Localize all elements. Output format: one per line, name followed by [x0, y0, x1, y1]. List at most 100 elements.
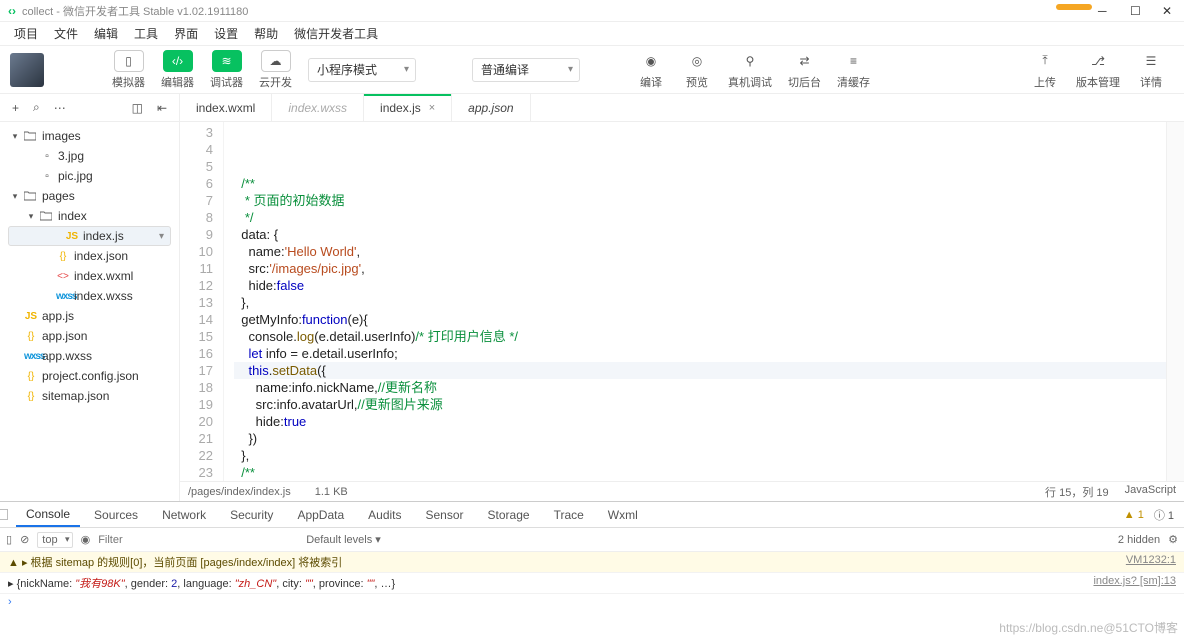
line-18[interactable]: hide:true — [234, 413, 1184, 430]
tree-pages[interactable]: ▾pages — [0, 186, 179, 206]
clear-cache-button[interactable]: ≡清缓存 — [829, 50, 878, 90]
dtab-Trace[interactable]: Trace — [544, 502, 594, 527]
console-prompt[interactable]: › — [0, 594, 1184, 610]
line-15[interactable]: this.setData({ — [234, 362, 1184, 379]
maximize-button[interactable]: ☐ — [1130, 4, 1144, 18]
dtab-AppData[interactable]: AppData — [287, 502, 354, 527]
tree-index.js[interactable]: JSindex.js — [8, 226, 171, 246]
add-file-button[interactable]: + — [12, 101, 19, 115]
tree-index.wxml[interactable]: <>index.wxml — [0, 266, 179, 286]
menu-设置[interactable]: 设置 — [206, 25, 246, 42]
dtab-Sensor[interactable]: Sensor — [416, 502, 474, 527]
line-13[interactable]: console.log(e.detail.userInfo)/* 打印用户信息 … — [234, 328, 1184, 345]
compile-mode-select[interactable]: 普通编译 — [472, 58, 580, 82]
line-3[interactable] — [234, 158, 1184, 175]
line-21[interactable]: /** — [234, 464, 1184, 481]
tab-app.json[interactable]: app.json — [452, 94, 530, 121]
line-16[interactable]: name:info.nickName,//更新名称 — [234, 379, 1184, 396]
tree-pic.jpg[interactable]: ▫pic.jpg — [0, 166, 179, 186]
tree-index[interactable]: ▾index — [0, 206, 179, 226]
console-log[interactable]: ▲ ▸ 根据 sitemap 的规则[0]，当前页面 [pages/index/… — [0, 552, 1184, 638]
line-10[interactable]: hide:false — [234, 277, 1184, 294]
minimap[interactable] — [1166, 122, 1184, 481]
line-6[interactable]: */ — [234, 209, 1184, 226]
line-11[interactable]: }, — [234, 294, 1184, 311]
twisty-icon[interactable]: ▾ — [26, 211, 36, 222]
clear-console-button[interactable]: ⊘ — [20, 533, 29, 546]
close-tab-icon[interactable]: × — [429, 102, 435, 114]
dtab-Audits[interactable]: Audits — [358, 502, 411, 527]
tree-app.wxss[interactable]: wxssapp.wxss — [0, 346, 179, 366]
debugger-button[interactable]: ≋调试器 — [202, 50, 251, 90]
warn-count[interactable]: ▲ 1 — [1124, 509, 1144, 521]
twisty-icon[interactable]: ▾ — [10, 191, 20, 202]
line-17[interactable]: src:info.avatarUrl,//更新图片来源 — [234, 396, 1184, 413]
simulator-button[interactable]: ▯模拟器 — [104, 50, 153, 90]
dtab-Storage[interactable]: Storage — [478, 502, 540, 527]
dtab-Console[interactable]: Console — [16, 502, 80, 527]
tab-index.js[interactable]: index.js× — [364, 94, 452, 121]
remote-debug-button[interactable]: ⚲真机调试 — [720, 50, 780, 90]
log-source[interactable]: VM1232:1 — [1126, 554, 1176, 570]
tab-index.wxml[interactable]: index.wxml — [180, 94, 272, 121]
log-row[interactable]: ▲ ▸ 根据 sitemap 的规则[0]，当前页面 [pages/index/… — [0, 552, 1184, 573]
line-8[interactable]: name:'Hello World', — [234, 243, 1184, 260]
line-19[interactable]: }) — [234, 430, 1184, 447]
inspect-button[interactable]: ⃞ — [4, 502, 12, 527]
tree-3.jpg[interactable]: ▫3.jpg — [0, 146, 179, 166]
split-button[interactable]: ◫ — [132, 101, 143, 115]
line-4[interactable]: /** — [234, 175, 1184, 192]
filter-input[interactable] — [98, 534, 298, 546]
dtab-Sources[interactable]: Sources — [84, 502, 148, 527]
toggle-sidebar-icon[interactable]: ▯ — [6, 533, 12, 546]
version-button[interactable]: ⎇版本管理 — [1068, 50, 1128, 90]
background-button[interactable]: ⇄切后台 — [780, 50, 829, 90]
line-9[interactable]: src:'/images/pic.jpg', — [234, 260, 1184, 277]
tree-index.wxss[interactable]: wxssindex.wxss — [0, 286, 179, 306]
menu-编辑[interactable]: 编辑 — [86, 25, 126, 42]
detail-button[interactable]: ☰详情 — [1128, 50, 1174, 90]
line-5[interactable]: * 页面的初始数据 — [234, 192, 1184, 209]
line-7[interactable]: data: { — [234, 226, 1184, 243]
dtab-Wxml[interactable]: Wxml — [598, 502, 648, 527]
menu-微信开发者工具[interactable]: 微信开发者工具 — [286, 25, 386, 42]
menu-帮助[interactable]: 帮助 — [246, 25, 286, 42]
preview-button[interactable]: ◎预览 — [674, 50, 720, 90]
dtab-Network[interactable]: Network — [152, 502, 216, 527]
code-editor[interactable]: 34567891011121314151617181920212223 /** … — [180, 122, 1184, 481]
tree-app.json[interactable]: {}app.json — [0, 326, 179, 346]
tree-sitemap.json[interactable]: {}sitemap.json — [0, 386, 179, 406]
upload-button[interactable]: ⤒上传 — [1022, 50, 1068, 90]
search-button[interactable]: ⌕ — [33, 100, 40, 115]
cloud-button[interactable]: ☁云开发 — [251, 50, 300, 90]
tree-project.config.json[interactable]: {}project.config.json — [0, 366, 179, 386]
settings-icon[interactable]: ⚙ — [1168, 533, 1178, 546]
log-source[interactable]: index.js? [sm]:13 — [1093, 575, 1176, 591]
editor-button[interactable]: ‹/›编辑器 — [153, 50, 202, 90]
tree-index.json[interactable]: {}index.json — [0, 246, 179, 266]
minimize-button[interactable]: ─ — [1098, 4, 1112, 18]
menu-界面[interactable]: 界面 — [166, 25, 206, 42]
close-button[interactable]: ✕ — [1162, 4, 1176, 18]
avatar[interactable] — [10, 53, 44, 87]
tree-images[interactable]: ▾images — [0, 126, 179, 146]
code-lines[interactable]: /** * 页面的初始数据 */ data: { name:'Hello Wor… — [224, 122, 1184, 481]
context-select[interactable]: top — [37, 532, 72, 548]
menu-工具[interactable]: 工具 — [126, 25, 166, 42]
info-count[interactable]: ⓘ 1 — [1154, 507, 1174, 523]
line-20[interactable]: }, — [234, 447, 1184, 464]
compile-button[interactable]: ◉编译 — [628, 50, 674, 90]
language-mode[interactable]: JavaScript — [1125, 484, 1176, 500]
menu-项目[interactable]: 项目 — [6, 25, 46, 42]
line-14[interactable]: let info = e.detail.userInfo; — [234, 345, 1184, 362]
dtab-Security[interactable]: Security — [220, 502, 283, 527]
log-row[interactable]: ▸ {nickName: "我有98K", gender: 2, languag… — [0, 573, 1184, 594]
menu-文件[interactable]: 文件 — [46, 25, 86, 42]
mode-select[interactable]: 小程序模式 — [308, 58, 416, 82]
tab-index.wxss[interactable]: index.wxss — [272, 94, 364, 121]
tree-app.js[interactable]: JSapp.js — [0, 306, 179, 326]
filter-eye-icon[interactable]: ◉ — [81, 533, 91, 546]
twisty-icon[interactable]: ▾ — [10, 131, 20, 142]
line-12[interactable]: getMyInfo:function(e){ — [234, 311, 1184, 328]
more-button[interactable]: ⋯ — [54, 101, 66, 115]
